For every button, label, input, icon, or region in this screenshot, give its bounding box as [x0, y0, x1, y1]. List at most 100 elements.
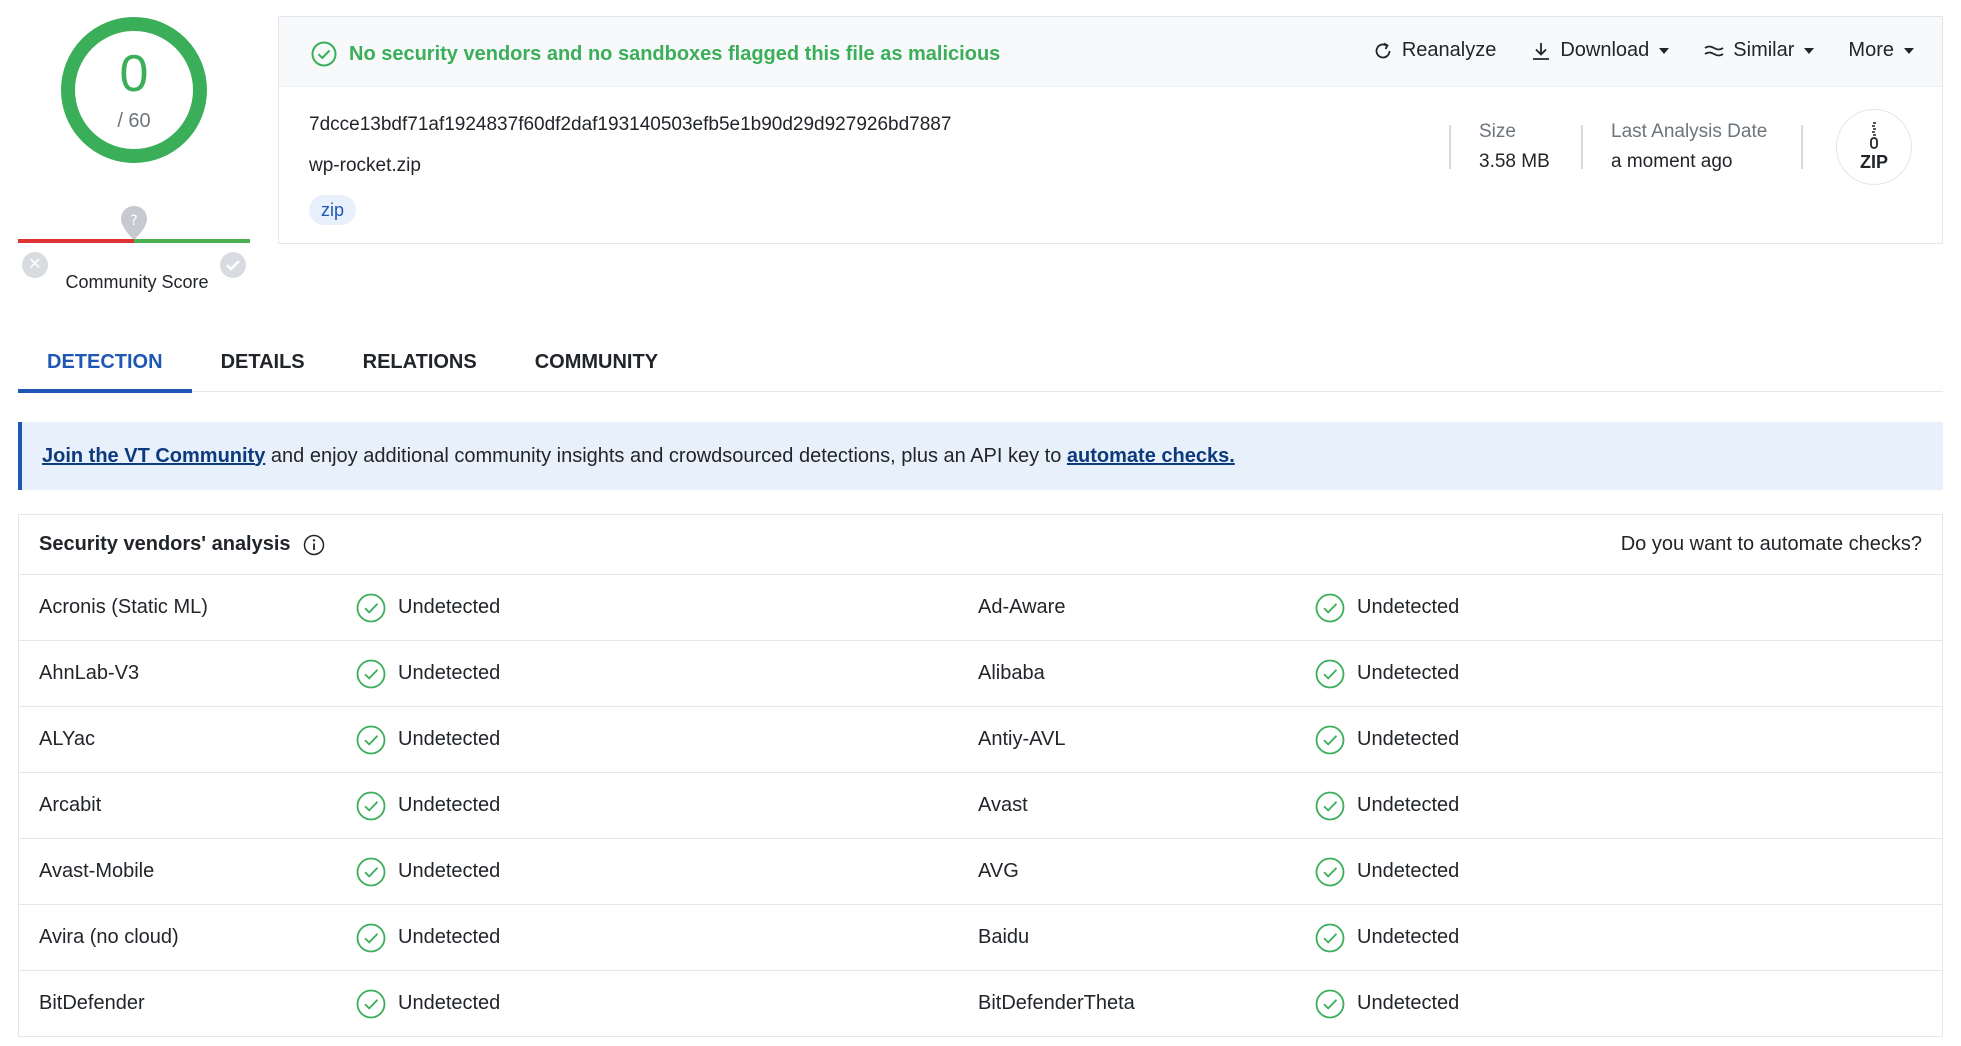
banner-text: and enjoy additional community insights …	[265, 444, 1067, 467]
result-label: Undetected	[1357, 794, 1460, 816]
tab-community[interactable]: COMMUNITY	[506, 332, 687, 392]
reanalyze-button[interactable]: Reanalyze	[1372, 39, 1497, 62]
detection-score: 0 / 60 ? ✕ Community Score	[18, 14, 250, 292]
vendor-name: BitDefender	[39, 992, 145, 1014]
similar-label: Similar	[1733, 39, 1795, 61]
file-name: wp-rocket.zip	[309, 155, 421, 176]
vendor-result: Undetected	[356, 989, 978, 1019]
result-label: Undetected	[1357, 926, 1460, 948]
vendor-result: Undetected	[356, 659, 978, 689]
vendor-name: BitDefenderTheta	[978, 992, 1135, 1014]
table-row: Acronis (Static ML) Undetected Ad-Aware …	[19, 575, 1942, 641]
result-label: Undetected	[1357, 662, 1460, 684]
vendor-name: Avast-Mobile	[39, 860, 155, 882]
check-circle-icon	[356, 989, 386, 1018]
result-label: Undetected	[1357, 596, 1460, 618]
community-score-label: Community Score	[65, 272, 209, 292]
result-label: Undetected	[1357, 728, 1460, 750]
reanalyze-label: Reanalyze	[1401, 39, 1497, 61]
info-icon[interactable]	[303, 534, 325, 556]
automate-checks-text[interactable]: Do you want to automate checks?	[1621, 533, 1922, 556]
table-row: Avast-Mobile Undetected AVG Undetected	[19, 839, 1942, 905]
check-circle-icon	[1315, 593, 1345, 622]
vote-harmless-icon[interactable]	[220, 252, 246, 278]
file-tag[interactable]: zip	[309, 195, 357, 225]
vendor-result: Undetected	[1315, 989, 1459, 1019]
size-value: 3.58 MB	[1479, 151, 1550, 172]
check-circle-icon	[1315, 725, 1345, 754]
vendor-result: Undetected	[356, 593, 978, 623]
vendor-name: Ad-Aware	[978, 596, 1066, 618]
check-circle-icon	[1315, 659, 1345, 688]
vendor-result: Undetected	[356, 791, 978, 821]
vendor-name: AVG	[978, 860, 1019, 882]
check-circle-icon	[1315, 923, 1345, 952]
check-circle-icon	[356, 659, 386, 688]
automate-checks-link[interactable]: automate checks.	[1067, 445, 1235, 467]
result-label: Undetected	[398, 596, 501, 618]
more-button[interactable]: More	[1848, 39, 1914, 62]
zip-file-icon	[1870, 121, 1878, 149]
refresh-icon	[1375, 42, 1391, 58]
tab-detection[interactable]: DETECTION	[18, 332, 192, 393]
chevron-down-icon	[1659, 47, 1670, 54]
file-actions: Reanalyze Download Similar More	[1372, 39, 1914, 62]
vendor-name: Baidu	[978, 926, 1030, 948]
result-label: Undetected	[398, 794, 501, 816]
chevron-down-icon	[1904, 47, 1914, 54]
vendors-analysis: Security vendors' analysis Do you want t…	[18, 514, 1943, 1037]
vendor-name: Antiy-AVL	[978, 728, 1066, 750]
table-row: AhnLab-V3 Undetected Alibaba Undetected	[19, 641, 1942, 707]
result-label: Undetected	[1357, 860, 1460, 882]
check-circle-icon	[356, 725, 386, 754]
vendor-result: Undetected	[1315, 725, 1459, 755]
tab-relations[interactable]: RELATIONS	[334, 332, 506, 392]
join-community-link[interactable]: Join the VT Community	[42, 445, 265, 467]
check-circle-icon	[356, 923, 386, 952]
vendor-name: Alibaba	[978, 662, 1045, 684]
more-label: More	[1848, 39, 1894, 61]
file-type-badge: ZIP	[1836, 109, 1912, 185]
vendor-name: Acronis (Static ML)	[39, 596, 208, 618]
vendor-result: Undetected	[1315, 791, 1459, 821]
last-analysis-value: a moment ago	[1611, 151, 1733, 172]
vendor-result: Undetected	[1315, 923, 1459, 953]
community-banner: Join the VT Community and enjoy addition…	[18, 422, 1943, 490]
vendor-name: AhnLab-V3	[39, 662, 140, 684]
check-circle-icon	[1315, 791, 1345, 820]
verdict-header: No security vendors and no sandboxes fla…	[279, 17, 1942, 87]
table-row: Arcabit Undetected Avast Undetected	[19, 773, 1942, 839]
size-label: Size	[1479, 121, 1516, 142]
table-row: Avira (no cloud) Undetected Baidu Undete…	[19, 905, 1942, 971]
result-label: Undetected	[398, 926, 501, 948]
vendor-name: ALYac	[39, 728, 95, 750]
similar-button[interactable]: Similar	[1703, 39, 1815, 62]
question-icon: ?	[121, 206, 147, 240]
verdict-text: No security vendors and no sandboxes fla…	[349, 43, 1001, 65]
divider	[1449, 125, 1451, 169]
download-button[interactable]: Download	[1530, 39, 1670, 62]
file-type-label: ZIP	[1859, 151, 1888, 172]
tab-details[interactable]: DETAILS	[192, 332, 334, 392]
chevron-down-icon	[1804, 47, 1815, 54]
vendors-title: Security vendors' analysis	[39, 533, 291, 555]
result-label: Undetected	[398, 860, 501, 882]
divider	[1801, 125, 1803, 169]
vendors-header: Security vendors' analysis Do you want t…	[19, 515, 1942, 575]
result-label: Undetected	[1357, 992, 1460, 1014]
vendor-name: Arcabit	[39, 794, 102, 816]
check-circle-icon	[311, 41, 337, 67]
vendor-result: Undetected	[356, 857, 978, 887]
similar-icon	[1704, 45, 1724, 56]
check-circle-icon	[356, 857, 386, 886]
last-analysis-label: Last Analysis Date	[1611, 121, 1768, 142]
vendor-result: Undetected	[356, 923, 978, 953]
table-row: BitDefender Undetected BitDefenderTheta …	[19, 971, 1942, 1037]
vote-malicious-icon[interactable]: ✕	[22, 252, 48, 278]
divider	[1581, 125, 1583, 169]
check-circle-icon	[1315, 857, 1345, 886]
svg-text:?: ?	[130, 213, 137, 229]
file-hash[interactable]: 7dcce13bdf71af1924837f60df2daf193140503e…	[309, 114, 951, 136]
score-total: / 60	[117, 110, 151, 132]
community-score-bar	[18, 239, 250, 243]
